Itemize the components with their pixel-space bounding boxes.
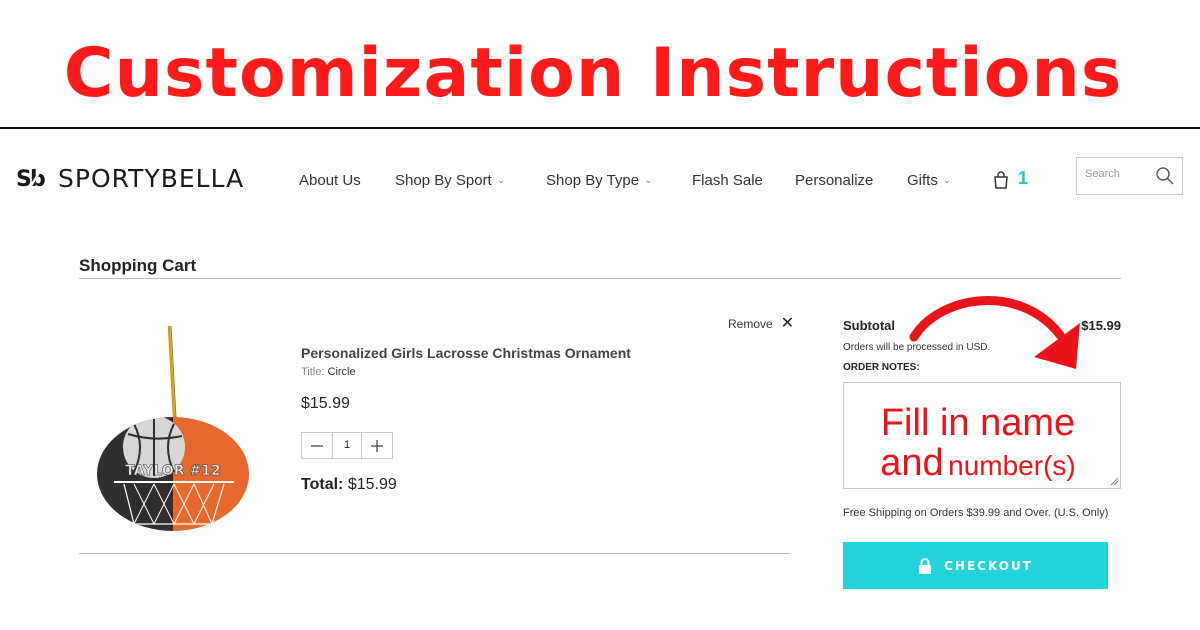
close-icon: ✕ [780, 315, 795, 332]
banner-title: Customization Instructions [63, 34, 1123, 113]
variant-key: Title: [301, 366, 325, 378]
nav-shop-by-sport[interactable]: Shop By Sport ⌄ [395, 170, 505, 192]
nav-gifts-label: Gifts [907, 172, 938, 189]
cart-count[interactable]: 1 [1018, 168, 1028, 189]
nav-personalize-label: Personalize [795, 172, 874, 189]
remove-button[interactable]: Remove ✕ [728, 315, 795, 332]
logo-text: SPORTYBELLA [58, 163, 245, 193]
minus-icon [311, 444, 323, 447]
order-notes-text-and: and [880, 442, 944, 484]
product-name[interactable]: Personalized Girls Lacrosse Christmas Or… [301, 345, 631, 361]
shipping-note: Free Shipping on Orders $39.99 and Over.… [843, 507, 1109, 519]
nav-flash-sale[interactable]: Flash Sale [692, 170, 763, 192]
search-icon[interactable] [1155, 166, 1175, 186]
nav-shop-by-sport-label: Shop By Sport [395, 172, 492, 189]
product-image-text: TAYLOR #12 [125, 463, 220, 479]
quantity-stepper: 1 [301, 432, 393, 459]
product-image[interactable]: TAYLOR #12 [94, 324, 252, 536]
subtotal-label: Subtotal [843, 318, 895, 333]
cart-heading: Shopping Cart [79, 256, 197, 275]
item-total-value: $15.99 [347, 476, 397, 493]
nav-about-us-label: About Us [299, 172, 361, 189]
svg-text:b: b [30, 167, 46, 191]
banner-divider [0, 127, 1200, 129]
order-notes-text-number: number(s) [948, 450, 1076, 481]
nav-flash-sale-label: Flash Sale [692, 172, 763, 189]
item-total-label: Total: [301, 476, 344, 493]
order-notes-label: ORDER NOTES: [843, 362, 920, 373]
site-logo[interactable]: S b SPORTYBELLA [16, 160, 244, 196]
search-input[interactable] [1085, 168, 1151, 180]
item-total: Total: $15.99 [301, 476, 397, 494]
shopping-bag-icon[interactable] [993, 171, 1009, 189]
chevron-down-icon: ⌄ [496, 175, 506, 186]
checkout-label: CHECKOUT [944, 558, 1033, 573]
search-box [1076, 157, 1183, 195]
item-divider [79, 553, 790, 554]
order-notes-text-line2: and number(s) [843, 442, 1113, 492]
product-price: $15.99 [301, 395, 350, 412]
product-variant: Title: Circle [301, 366, 356, 378]
currency-note: Orders will be processed in USD. [843, 342, 991, 353]
subtotal-value: $15.99 [1081, 318, 1121, 333]
remove-label: Remove [728, 317, 773, 331]
plus-icon [371, 439, 383, 452]
order-notes-text-line1: Fill in name [880, 402, 1076, 444]
nav-shop-by-type[interactable]: Shop By Type ⌄ [546, 170, 653, 192]
resize-handle-icon[interactable] [1110, 477, 1119, 486]
nav-personalize[interactable]: Personalize [795, 170, 873, 192]
chevron-down-icon: ⌄ [644, 175, 653, 186]
checkout-button[interactable]: CHECKOUT [843, 542, 1108, 589]
nav-shop-by-type-label: Shop By Type [546, 172, 640, 189]
nav-about-us[interactable]: About Us [299, 170, 361, 192]
chevron-down-icon: ⌄ [942, 175, 952, 186]
decrease-quantity-button[interactable] [302, 433, 332, 458]
quantity-value[interactable]: 1 [332, 433, 362, 458]
increase-quantity-button[interactable] [362, 433, 392, 458]
nav-gifts[interactable]: Gifts ⌄ [907, 170, 951, 192]
lock-icon [919, 557, 932, 574]
cart-divider [79, 278, 1121, 279]
logo-mark-icon: S b [16, 167, 46, 191]
variant-value: Circle [327, 366, 356, 378]
